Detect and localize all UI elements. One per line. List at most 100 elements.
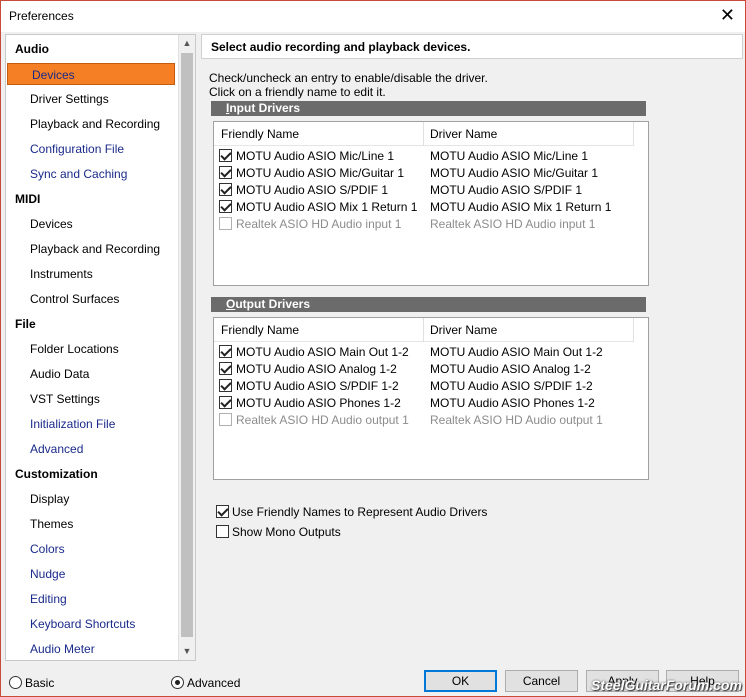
sidebar-section-customization[interactable]: Customization (6, 463, 178, 485)
sidebar-item-initialization-file[interactable]: Initialization File (6, 413, 178, 435)
driver-enable-checkbox[interactable] (219, 413, 232, 426)
driver-row[interactable]: MOTU Audio ASIO Mic/Guitar 1 MOTU Audio A… (214, 164, 644, 181)
close-icon[interactable]: ✕ (720, 5, 735, 25)
driver-enable-checkbox[interactable] (219, 217, 232, 230)
driver-enable-checkbox[interactable] (219, 396, 232, 409)
driver-row[interactable]: MOTU Audio ASIO Main Out 1-2 MOTU Audio A… (214, 343, 644, 360)
friendly-name-cell[interactable]: Realtek ASIO HD Audio output 1 (236, 413, 409, 427)
driver-row[interactable]: Realtek ASIO HD Audio output 1 Realtek AS… (214, 411, 644, 428)
column-divider[interactable] (633, 318, 634, 342)
driver-name-cell: MOTU Audio ASIO Mic/Guitar 1 (430, 166, 599, 180)
input-drivers-title-text: nput Drivers (229, 101, 301, 115)
scroll-up-icon[interactable]: ▲ (179, 35, 195, 52)
category-tree: Audio Devices Driver Settings Playback and … (5, 34, 196, 661)
show-mono-outputs-checkbox[interactable] (216, 525, 229, 538)
driver-name-cell: MOTU Audio ASIO Mic/Line 1 (430, 149, 589, 163)
sidebar-item-vst-settings[interactable]: VST Settings (6, 388, 178, 410)
friendly-name-cell[interactable]: MOTU Audio ASIO Mic/Line 1 (236, 149, 394, 163)
driver-row[interactable]: MOTU Audio ASIO S/PDIF 1-2 MOTU Audio ASI… (214, 377, 644, 394)
driver-name-column[interactable]: Driver Name (430, 323, 497, 337)
driver-name-cell: Realtek ASIO HD Audio output 1 (430, 413, 603, 427)
sidebar-section-file[interactable]: File (6, 313, 178, 335)
driver-enable-checkbox[interactable] (219, 149, 232, 162)
sidebar-item-advanced[interactable]: Advanced (6, 438, 178, 460)
driver-name-cell: MOTU Audio ASIO Mix 1 Return 1 (430, 200, 612, 214)
driver-name-cell: MOTU Audio ASIO Analog 1-2 (430, 362, 591, 376)
sidebar-item-themes[interactable]: Themes (6, 513, 178, 535)
driver-row[interactable]: MOTU Audio ASIO Phones 1-2 MOTU Audio ASI… (214, 394, 644, 411)
driver-row[interactable]: MOTU Audio ASIO Mic/Line 1 MOTU Audio ASI… (214, 147, 644, 164)
sidebar-item-playback-and-recording[interactable]: Playback and Recording (6, 113, 178, 135)
column-divider[interactable] (423, 318, 424, 342)
column-divider[interactable] (423, 122, 424, 146)
window-title: Preferences (9, 9, 74, 23)
use-friendly-names-label[interactable]: Use Friendly Names to Represent Audio Dr… (232, 505, 487, 519)
friendly-name-cell[interactable]: MOTU Audio ASIO Analog 1-2 (236, 362, 397, 376)
driver-row[interactable]: MOTU Audio ASIO Analog 1-2 MOTU Audio ASI… (214, 360, 644, 377)
driver-enable-checkbox[interactable] (219, 166, 232, 179)
input-drivers-list[interactable]: Friendly Name Driver Name MOTU Audio ASI… (213, 121, 649, 286)
friendly-name-cell[interactable]: MOTU Audio ASIO Mic/Guitar 1 (236, 166, 404, 180)
friendly-name-cell[interactable]: MOTU Audio ASIO Mix 1 Return 1 (236, 200, 417, 214)
driver-row[interactable]: Realtek ASIO HD Audio input 1 Realtek ASI… (214, 215, 644, 232)
input-list-header: Friendly Name Driver Name (214, 122, 634, 146)
friendly-name-column[interactable]: Friendly Name (221, 127, 299, 141)
sidebar-item-configuration-file[interactable]: Configuration File (6, 138, 178, 160)
title-bar: Preferences ✕ (1, 1, 745, 32)
sidebar-section-midi[interactable]: MIDI (6, 188, 178, 210)
driver-name-cell: MOTU Audio ASIO S/PDIF 1 (430, 183, 583, 197)
sidebar-item-instruments[interactable]: Instruments (6, 263, 178, 285)
driver-name-cell: MOTU Audio ASIO Phones 1-2 (430, 396, 595, 410)
sidebar-item-colors[interactable]: Colors (6, 538, 178, 560)
friendly-name-cell[interactable]: Realtek ASIO HD Audio input 1 (236, 217, 401, 231)
friendly-name-cell[interactable]: MOTU Audio ASIO S/PDIF 1 (236, 183, 388, 197)
sidebar-item-control-surfaces[interactable]: Control Surfaces (6, 288, 178, 310)
input-drivers-title: Input Drivers (211, 101, 646, 116)
ok-button[interactable]: OK (424, 670, 497, 692)
sidebar-item-devices[interactable]: Devices (6, 213, 178, 235)
sidebar-item-sync-and-caching[interactable]: Sync and Caching (6, 163, 178, 185)
cancel-button[interactable]: Cancel (505, 670, 578, 692)
friendly-name-column[interactable]: Friendly Name (221, 323, 299, 337)
output-drivers-list[interactable]: Friendly Name Driver Name MOTU Audio ASI… (213, 317, 649, 480)
sidebar-item-keyboard-shortcuts[interactable]: Keyboard Shortcuts (6, 613, 178, 635)
driver-enable-checkbox[interactable] (219, 183, 232, 196)
basic-radio-icon[interactable] (9, 676, 22, 689)
scroll-down-icon[interactable]: ▼ (179, 643, 195, 660)
sidebar-item-driver-settings[interactable]: Driver Settings (6, 88, 178, 110)
scroll-thumb[interactable] (181, 53, 193, 637)
sidebar-item-display[interactable]: Display (6, 488, 178, 510)
sidebar-item-nudge[interactable]: Nudge (6, 563, 178, 585)
use-friendly-names-checkbox[interactable] (216, 505, 229, 518)
advanced-radio-icon[interactable] (171, 676, 184, 689)
instruction-line: Check/uncheck an entry to enable/disable… (209, 71, 488, 85)
driver-row[interactable]: MOTU Audio ASIO Mix 1 Return 1 MOTU Audio… (214, 198, 644, 215)
basic-mode-label[interactable]: Basic (25, 676, 54, 690)
driver-enable-checkbox[interactable] (219, 362, 232, 375)
sidebar-item-editing[interactable]: Editing (6, 588, 178, 610)
friendly-name-cell[interactable]: MOTU Audio ASIO Main Out 1-2 (236, 345, 409, 359)
advanced-mode-label[interactable]: Advanced (187, 676, 240, 690)
instructions: Check/uncheck an entry to enable/disable… (209, 71, 488, 99)
friendly-name-cell[interactable]: MOTU Audio ASIO S/PDIF 1-2 (236, 379, 399, 393)
driver-name-cell: MOTU Audio ASIO S/PDIF 1-2 (430, 379, 593, 393)
watermark: SteelGuitarForum.com (591, 677, 742, 693)
page-header: Select audio recording and playback devi… (201, 34, 743, 59)
show-mono-outputs-label[interactable]: Show Mono Outputs (232, 525, 341, 539)
sidebar-item-audio-data[interactable]: Audio Data (6, 363, 178, 385)
column-divider[interactable] (633, 122, 634, 146)
driver-enable-checkbox[interactable] (219, 200, 232, 213)
driver-enable-checkbox[interactable] (219, 345, 232, 358)
friendly-name-cell[interactable]: MOTU Audio ASIO Phones 1-2 (236, 396, 401, 410)
sidebar-item-devices[interactable]: Devices (7, 63, 175, 85)
driver-row[interactable]: MOTU Audio ASIO S/PDIF 1 MOTU Audio ASIO … (214, 181, 644, 198)
sidebar-scrollbar[interactable]: ▲ ▼ (178, 35, 195, 660)
preferences-window: Preferences ✕ Audio Devices Driver Setting… (0, 0, 746, 697)
sidebar-item-playback-and-recording[interactable]: Playback and Recording (6, 238, 178, 260)
sidebar-item-audio-meter[interactable]: Audio Meter (6, 638, 178, 660)
driver-enable-checkbox[interactable] (219, 379, 232, 392)
output-list-header: Friendly Name Driver Name (214, 318, 634, 342)
driver-name-column[interactable]: Driver Name (430, 127, 497, 141)
sidebar-section-audio[interactable]: Audio (6, 38, 178, 60)
sidebar-item-folder-locations[interactable]: Folder Locations (6, 338, 178, 360)
